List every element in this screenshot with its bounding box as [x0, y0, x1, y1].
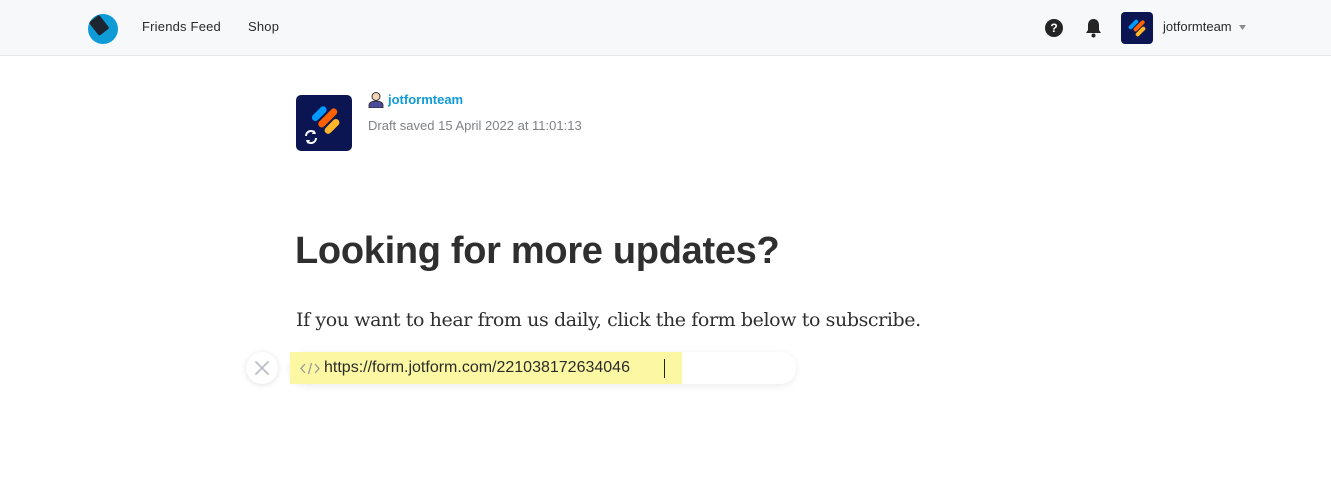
close-icon	[255, 361, 269, 375]
post-paragraph[interactable]: If you want to hear from us daily, click…	[296, 309, 921, 331]
medium-style-logo-icon[interactable]	[86, 12, 120, 44]
embed-url-field[interactable]	[290, 352, 796, 384]
embed-url-input[interactable]	[324, 352, 784, 384]
header-username[interactable]: jotformteam	[1163, 19, 1232, 34]
post-heading[interactable]: Looking for more updates?	[295, 230, 780, 273]
nav-shop[interactable]: Shop	[248, 19, 279, 34]
close-embed-button[interactable]	[246, 352, 278, 384]
bell-icon[interactable]	[1085, 18, 1102, 38]
code-icon	[300, 362, 320, 375]
jotform-logo-icon	[1121, 12, 1153, 44]
caret-down-icon[interactable]	[1239, 25, 1246, 30]
jotform-logo-icon	[296, 95, 352, 151]
nav-friends-feed[interactable]: Friends Feed	[142, 19, 221, 34]
draft-saved-status: Draft saved 15 April 2022 at 11:01:13	[368, 118, 582, 133]
author-name-link[interactable]: jotformteam	[388, 92, 463, 107]
text-cursor	[664, 359, 665, 378]
author-avatar[interactable]	[296, 95, 352, 151]
top-navigation-bar: Friends Feed Shop ? jotformteam	[0, 0, 1331, 56]
user-avatar[interactable]	[1121, 12, 1153, 44]
question-circle-icon[interactable]: ?	[1045, 19, 1063, 37]
user-icon	[368, 92, 384, 108]
